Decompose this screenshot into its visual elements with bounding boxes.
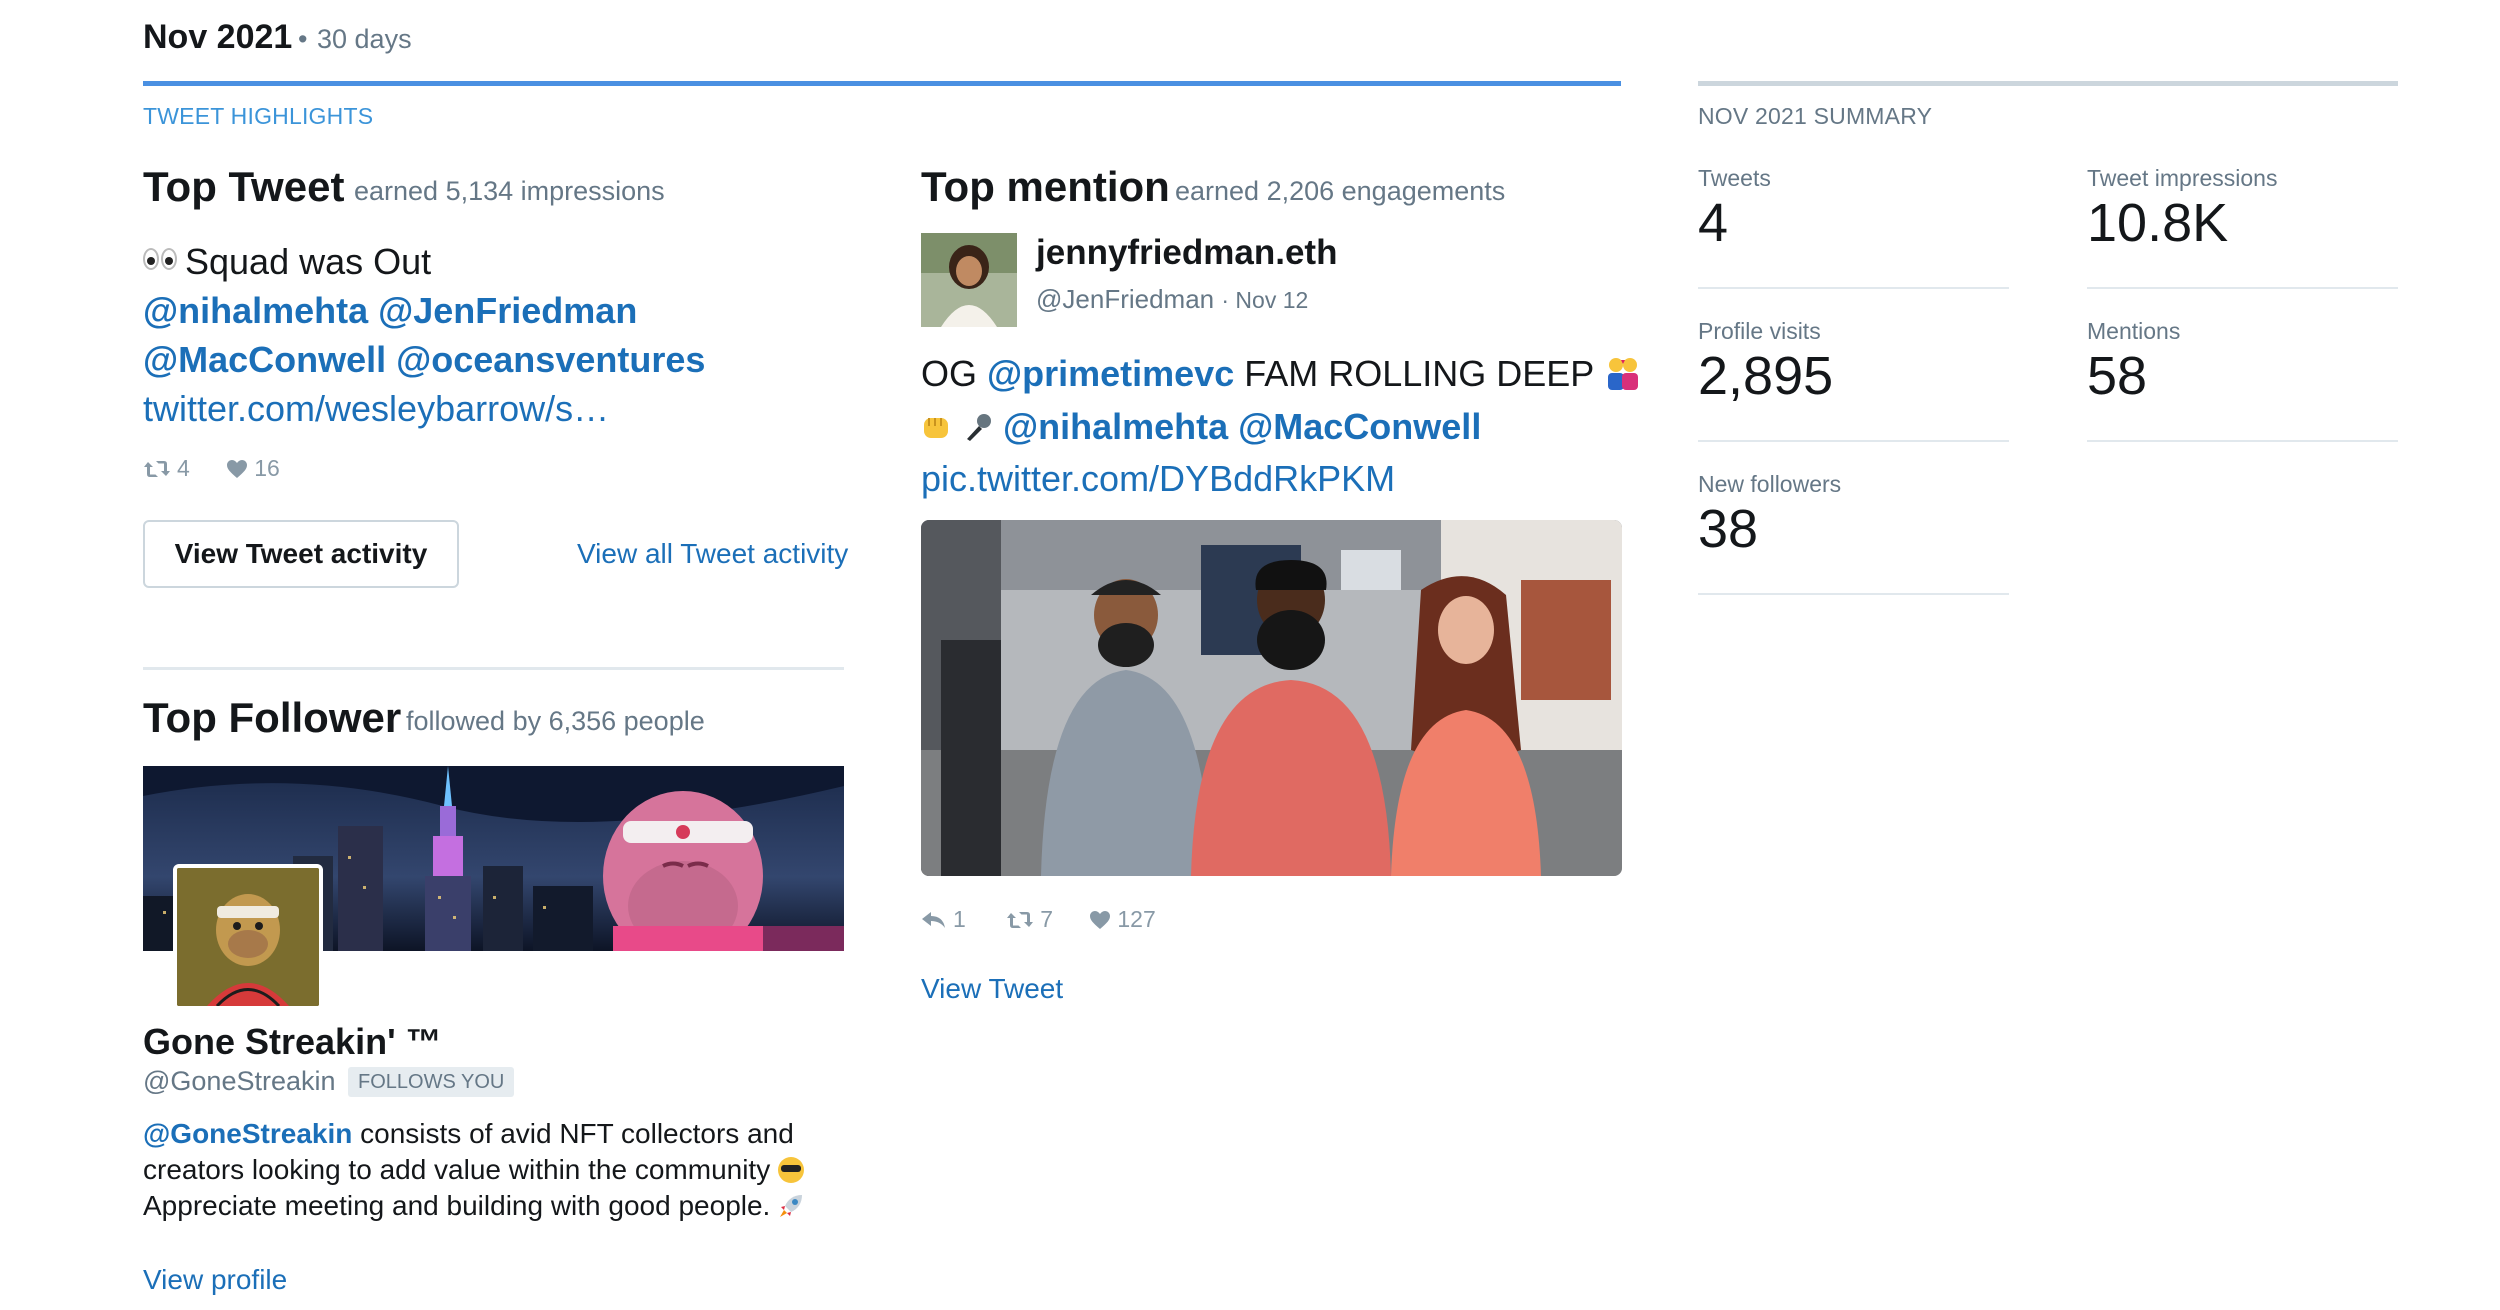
retweet-count: 7: [1006, 906, 1053, 933]
follows-you-badge: FOLLOWS YOU: [348, 1067, 515, 1097]
metric-label-new-followers: New followers: [1698, 471, 1842, 497]
mention-link-primetimevc[interactable]: @primetimevc: [987, 353, 1234, 394]
follower-bio: @GoneStreakin consists of avid NFT colle…: [143, 1116, 843, 1228]
highlights-divider: [143, 81, 1621, 86]
metric-label-tweets: Tweets: [1698, 165, 1771, 191]
metric-divider: [2087, 440, 2398, 442]
metric-value-tweets: 4: [1698, 193, 1729, 253]
view-tweet-link[interactable]: View Tweet: [921, 973, 1063, 1005]
mention-author-name[interactable]: jennyfriedman.eth: [1036, 233, 1337, 273]
follower-handle[interactable]: @GoneStreakin: [143, 1066, 336, 1097]
period-range: 30 days: [317, 24, 412, 54]
mention-links-2[interactable]: @nihalmehta @MacConwell: [1003, 406, 1481, 447]
bio-line-2: creators looking to add value within the…: [143, 1154, 771, 1185]
follower-name[interactable]: Gone Streakin' ™: [143, 1021, 442, 1063]
top-mention-stats: 1 7 127: [921, 906, 1156, 936]
top-follower-subtitle: followed by 6,356 people: [406, 706, 705, 736]
bio-line-1: consists of avid NFT collectors and: [352, 1118, 794, 1149]
view-tweet-activity-button[interactable]: View Tweet activity: [143, 520, 459, 588]
follower-avatar[interactable]: [173, 864, 323, 1010]
retweet-icon: [1007, 911, 1034, 928]
metric-value-impressions: 10.8K: [2087, 193, 2229, 253]
reply-count: 1: [921, 906, 966, 933]
mention-author-avatar[interactable]: [921, 233, 1017, 327]
period-separator: •: [298, 24, 308, 54]
mention-date[interactable]: · Nov 12: [1221, 287, 1308, 313]
metric-divider: [1698, 593, 2009, 595]
mention-text-og: OG: [921, 353, 988, 394]
summary-section-label: NOV 2021 SUMMARY: [1698, 103, 1933, 129]
section-divider: [143, 667, 844, 670]
mention-text-rest: FAM ROLLING DEEP: [1234, 353, 1594, 394]
metric-label-impressions: Tweet impressions: [2087, 165, 2278, 191]
sunglasses-emoji-icon: [778, 1157, 804, 1183]
top-mention-subtitle: earned 2,206 engagements: [1175, 176, 1506, 206]
summary-divider: [1698, 81, 2398, 86]
metric-label-profile-visits: Profile visits: [1698, 318, 1821, 344]
mention-pic-link[interactable]: pic.twitter.com/DYBddRkPKM: [921, 454, 1641, 503]
view-all-tweet-activity-link[interactable]: View all Tweet activity: [577, 538, 848, 570]
top-tweet-title: Top Tweet: [143, 163, 345, 210]
metric-divider: [1698, 287, 2009, 289]
eyes-emoji-icon: [143, 233, 179, 270]
metric-value-mentions: 58: [2087, 346, 2148, 406]
like-count: 16: [226, 455, 280, 482]
top-mention-title: Top mention: [921, 163, 1170, 210]
bio-mention-link[interactable]: @GoneStreakin: [143, 1118, 352, 1149]
metric-value-profile-visits: 2,895: [1698, 346, 1834, 406]
top-mention-text: OG @primetimevc FAM ROLLING DEEP @nihalm…: [921, 349, 1641, 503]
metric-divider: [1698, 440, 2009, 442]
couple-emoji-icon: [1604, 353, 1642, 402]
heart-icon: [1090, 910, 1111, 929]
metric-value-new-followers: 38: [1698, 499, 1759, 559]
top-tweet-text: Squad was Out @nihalmehta @JenFriedman @…: [143, 233, 783, 433]
top-tweet-mentions-2[interactable]: @MacConwell @oceansventures: [143, 335, 783, 384]
bio-line-3: Appreciate meeting and building with goo…: [143, 1190, 771, 1221]
view-profile-link[interactable]: View profile: [143, 1264, 287, 1296]
top-tweet-link[interactable]: twitter.com/wesleybarrow/s…: [143, 384, 783, 433]
top-tweet-stats: 4 16: [143, 455, 280, 485]
heart-icon: [227, 459, 248, 478]
metric-divider: [2087, 287, 2398, 289]
metric-label-mentions: Mentions: [2087, 318, 2181, 344]
highlights-section-label: TWEET HIGHLIGHTS: [143, 103, 374, 129]
retweet-count: 4: [143, 455, 190, 482]
rocket-emoji-icon: [778, 1192, 804, 1228]
period-title: Nov 2021: [143, 18, 293, 56]
fist-emoji-icon: [921, 405, 953, 454]
top-tweet-mentions-1[interactable]: @nihalmehta @JenFriedman: [143, 286, 783, 335]
microphone-emoji-icon: [963, 405, 993, 454]
like-count: 127: [1089, 906, 1156, 933]
top-tweet-subtitle: earned 5,134 impressions: [354, 176, 665, 206]
mention-photo[interactable]: [921, 520, 1622, 876]
reply-icon: [922, 911, 945, 928]
mention-author-meta: @JenFriedman · Nov 12: [1036, 284, 1308, 315]
retweet-icon: [144, 460, 170, 477]
top-follower-title: Top Follower: [143, 694, 402, 741]
mention-author-handle[interactable]: @JenFriedman: [1036, 284, 1214, 314]
top-tweet-lead: Squad was Out: [185, 241, 432, 282]
